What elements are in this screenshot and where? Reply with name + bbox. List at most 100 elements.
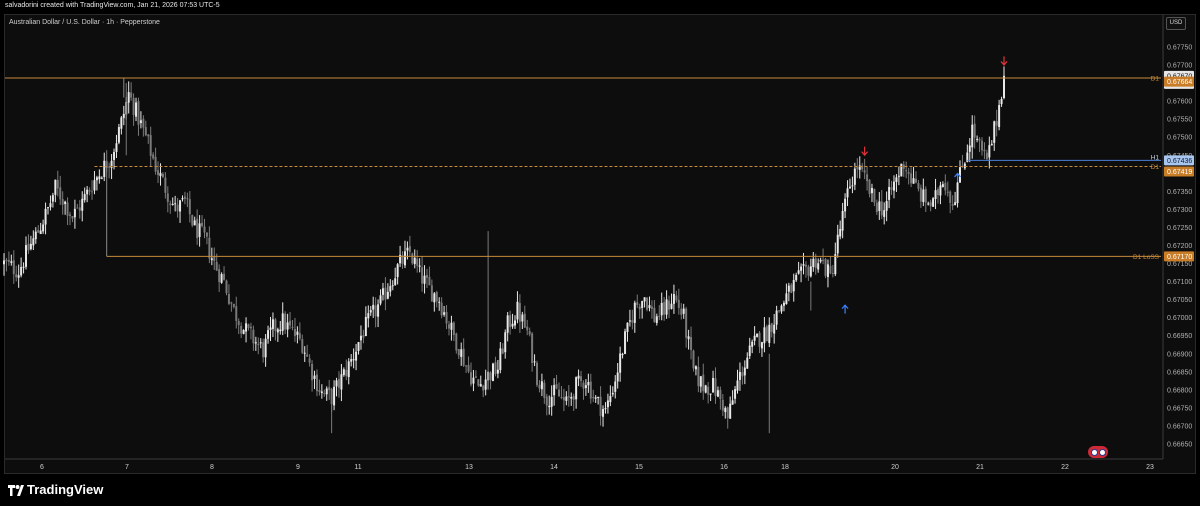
candle-body [254, 342, 257, 344]
candle-body [39, 230, 42, 235]
candle-body [751, 341, 754, 347]
candle-body [795, 274, 798, 281]
candle-body [773, 324, 776, 334]
candle-body [809, 266, 812, 277]
candle-body [269, 327, 272, 330]
candle-body [819, 259, 822, 262]
candle-body [418, 265, 421, 267]
candle-body [479, 384, 482, 387]
candle-body [455, 333, 458, 351]
candle-body [76, 207, 79, 209]
candle-body [839, 228, 842, 237]
candle-body [694, 366, 697, 370]
candle-body [174, 203, 177, 205]
candle-body [1000, 99, 1003, 105]
candle-body [1003, 75, 1006, 98]
candle-body [951, 204, 954, 206]
candle-body [963, 163, 966, 169]
candle-body [499, 348, 502, 371]
candle-body [743, 367, 746, 376]
candle-body [844, 198, 847, 212]
candle-body [7, 260, 10, 262]
candle-body [284, 313, 287, 330]
candle-body [663, 302, 666, 315]
candle-body [42, 224, 45, 232]
candle-body [203, 226, 206, 233]
candle-body [880, 201, 883, 216]
time-tick-label: 16 [720, 464, 728, 471]
candle-body [504, 332, 507, 353]
price-tick-label: 0.67200 [1167, 243, 1192, 250]
candle-body [685, 308, 688, 338]
candle-body [870, 187, 873, 194]
candle-body [792, 279, 795, 292]
candle-body [144, 127, 147, 136]
candle-body [602, 409, 605, 417]
candle-body [665, 299, 668, 315]
candle-body [753, 335, 756, 341]
candle-body [565, 396, 568, 401]
candle-body [707, 386, 710, 395]
candle-body [721, 399, 724, 411]
candle-body [895, 177, 898, 183]
candle-body [32, 238, 35, 246]
candle-body [91, 191, 94, 193]
candle-body [492, 363, 494, 381]
candle-body [315, 374, 318, 392]
candle-body [738, 371, 741, 380]
candle-body [223, 273, 226, 280]
candle-body [181, 198, 184, 200]
price-tag-h1: 0.67436 [1167, 158, 1192, 165]
candle-body [130, 92, 133, 98]
candle-body [892, 181, 895, 191]
candle-body [54, 179, 57, 195]
candle-body [22, 266, 25, 268]
candle-body [873, 188, 876, 203]
candle-body [768, 324, 771, 343]
candle-body [981, 140, 983, 151]
candle-body [888, 186, 891, 200]
candle-body [271, 319, 274, 329]
time-tick-label: 15 [635, 464, 643, 471]
time-tick-label: 20 [891, 464, 899, 471]
candle-body [543, 382, 546, 398]
candle-body [523, 313, 526, 328]
candle-body [633, 302, 636, 323]
candle-body [416, 258, 419, 266]
time-tick-label: 23 [1146, 464, 1154, 471]
candle-body [609, 395, 612, 403]
candle-body [460, 349, 463, 357]
candle-body [205, 232, 208, 237]
candle-body [122, 113, 125, 118]
candle-body [758, 332, 761, 347]
candle-body [59, 187, 62, 200]
candle-body [20, 266, 23, 276]
candle-body [724, 407, 727, 413]
candle-body [494, 362, 497, 375]
candle-body [611, 392, 614, 395]
candle-body [619, 353, 622, 373]
candle-body [670, 303, 673, 309]
currency-flags-icon[interactable] [1088, 446, 1108, 458]
candle-body [995, 120, 998, 126]
candle-body [712, 377, 715, 393]
candle-body [941, 184, 944, 187]
candle-body [668, 300, 671, 310]
candle-body [164, 177, 167, 193]
time-tick-label: 6 [40, 464, 44, 471]
chart-svg[interactable]: Australian Dollar / U.S. Dollar · 1h · P… [0, 0, 1200, 506]
candle-body [425, 274, 428, 278]
candle-body [477, 379, 480, 386]
candle-body [936, 189, 939, 196]
candle-body [614, 381, 617, 392]
candle-body [545, 396, 548, 406]
currency-selector[interactable]: USD [1166, 17, 1186, 30]
candle-body [650, 306, 653, 309]
candle-body [88, 190, 91, 192]
candle-body [311, 363, 314, 381]
candle-body [364, 316, 367, 337]
candle-body [306, 354, 309, 357]
level-label-h1: H1 [1151, 154, 1160, 161]
sell-arrow-icon [861, 146, 869, 157]
price-tick-label: 0.66800 [1167, 387, 1192, 394]
